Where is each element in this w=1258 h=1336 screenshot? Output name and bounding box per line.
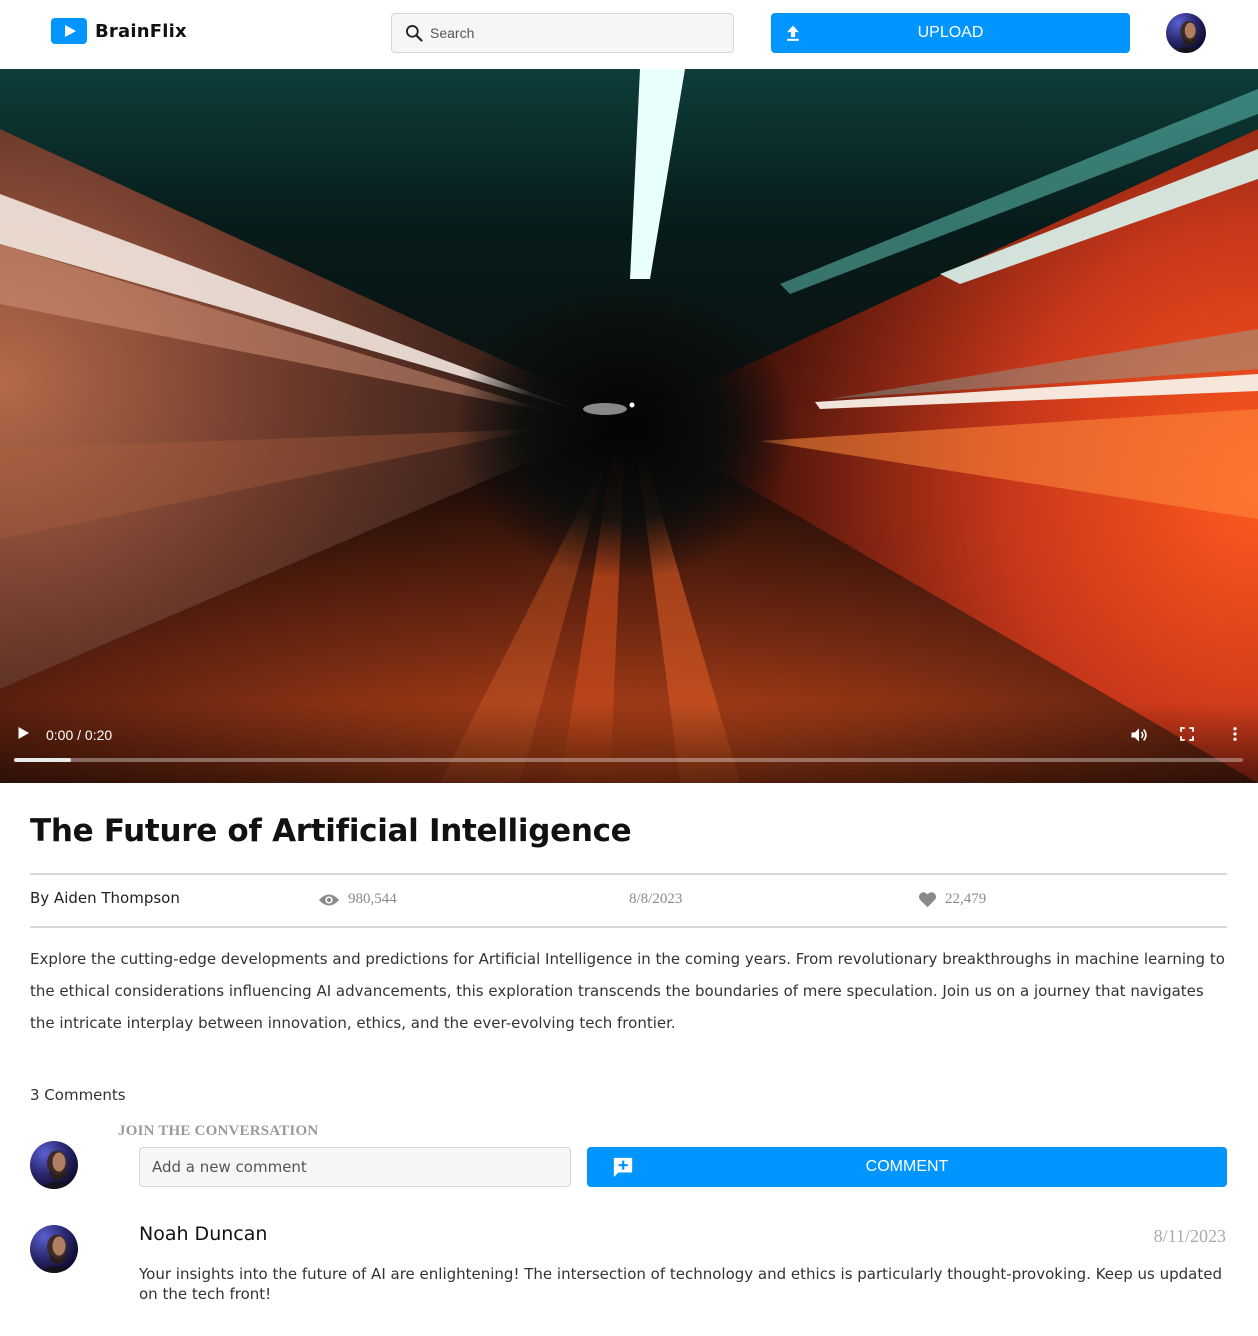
avatar-image (30, 1141, 78, 1189)
more-vertical-icon[interactable] (1226, 725, 1244, 743)
video-description: Explore the cutting-edge developments an… (30, 950, 1225, 1032)
comment-button[interactable]: COMMENT (587, 1147, 1227, 1187)
commenter-avatar (30, 1225, 78, 1273)
eye-icon (318, 894, 340, 905)
video-poster (0, 69, 1258, 783)
comment-count: 3 Comments (30, 1086, 126, 1104)
views-value: 980,544 (348, 891, 397, 907)
fullscreen-icon[interactable] (1178, 725, 1196, 743)
video-player[interactable]: 0:00 / 0:20 (0, 69, 1258, 783)
upload-icon (787, 25, 799, 41)
join-conversation-label: JOIN THE CONVERSATION (118, 1123, 319, 1139)
video-author: By Aiden Thompson (30, 889, 180, 907)
divider (30, 873, 1227, 875)
comment-text: Your insights into the future of AI are … (139, 1265, 1223, 1303)
comment-input[interactable] (139, 1147, 571, 1187)
play-logo-icon (51, 18, 87, 44)
comment-author: Noah Duncan (139, 1223, 268, 1245)
search-box[interactable] (391, 13, 734, 53)
view-count: 980,544 (318, 891, 397, 908)
like-count[interactable]: 22,479 (918, 891, 986, 908)
comment-item: Noah Duncan 8/11/2023 Your insights into… (0, 1220, 1258, 1320)
brand-name: BrainFlix (95, 20, 187, 42)
search-input[interactable] (430, 25, 720, 41)
divider (30, 926, 1227, 928)
progress-fill (14, 758, 71, 762)
search-icon (406, 25, 423, 42)
comment-button-label: COMMENT (865, 1158, 949, 1175)
likes-value: 22,479 (945, 891, 987, 907)
add-comment-icon (613, 1157, 633, 1178)
video-date: 8/8/2023 (629, 891, 683, 907)
brand-logo[interactable]: BrainFlix (51, 18, 187, 44)
avatar-image (1166, 13, 1206, 53)
time-display: 0:00 / 0:20 (46, 727, 113, 743)
volume-icon[interactable] (1129, 725, 1149, 745)
site-header: BrainFlix UPLOAD (0, 0, 1258, 69)
avatar-image (30, 1225, 78, 1273)
user-avatar[interactable] (1166, 13, 1206, 53)
progress-bar[interactable] (14, 758, 1243, 762)
upload-button[interactable]: UPLOAD (771, 13, 1130, 53)
heart-icon (918, 892, 937, 908)
comment-date: 8/11/2023 (1153, 1226, 1226, 1246)
video-controls (0, 703, 1258, 783)
upload-label: UPLOAD (917, 24, 984, 41)
current-user-avatar (30, 1141, 78, 1189)
play-icon[interactable] (14, 724, 32, 742)
video-title: The Future of Artificial Intelligence (30, 813, 632, 849)
